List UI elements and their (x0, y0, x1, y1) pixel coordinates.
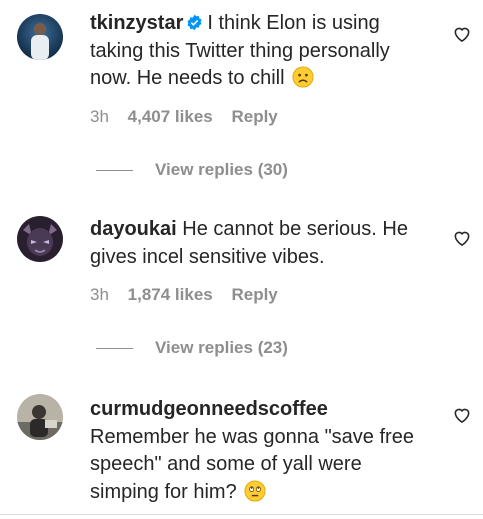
avatar[interactable] (17, 14, 63, 60)
comment-meta: 3h 4,407 likes Reply (90, 107, 292, 127)
heart-outline-icon[interactable] (452, 24, 472, 44)
comment-body: tkinzystar I think Elon is using taking t… (90, 10, 430, 93)
verified-badge-icon (187, 14, 202, 31)
replies-divider (96, 348, 133, 350)
comment-body: dayoukai He cannot be serious. He gives … (90, 216, 430, 271)
comment-username[interactable]: curmudgeonneedscoffee (90, 396, 430, 424)
eye-roll-emoji (244, 479, 266, 502)
view-replies-button[interactable]: View replies (23) (96, 338, 288, 358)
sad-face-emoji (292, 66, 314, 88)
reply-button[interactable]: Reply (231, 107, 277, 126)
view-replies-label: View replies (23) (155, 338, 288, 357)
view-replies-label: View replies (30) (155, 160, 288, 179)
comment-username[interactable]: dayoukai (90, 218, 177, 240)
replies-divider (96, 170, 133, 172)
comments-list: tkinzystar I think Elon is using taking t… (0, 0, 483, 519)
comment-body: curmudgeonneedscoffee Remember he was go… (90, 396, 430, 506)
comment-username[interactable]: tkinzystar (90, 12, 183, 34)
view-replies-button[interactable]: View replies (30) (96, 160, 288, 180)
comment-meta: 3h 1,874 likes Reply (90, 285, 292, 305)
avatar[interactable] (17, 394, 63, 440)
comment-likes[interactable]: 1,874 likes (128, 285, 213, 304)
comment-time: 3h (90, 107, 109, 126)
comment-time: 3h (90, 285, 109, 304)
reply-button[interactable]: Reply (231, 285, 277, 304)
heart-outline-icon[interactable] (452, 228, 472, 248)
avatar[interactable] (17, 216, 63, 262)
bottom-divider (0, 514, 483, 515)
comment-likes[interactable]: 4,407 likes (128, 107, 213, 126)
heart-outline-icon[interactable] (452, 405, 472, 425)
